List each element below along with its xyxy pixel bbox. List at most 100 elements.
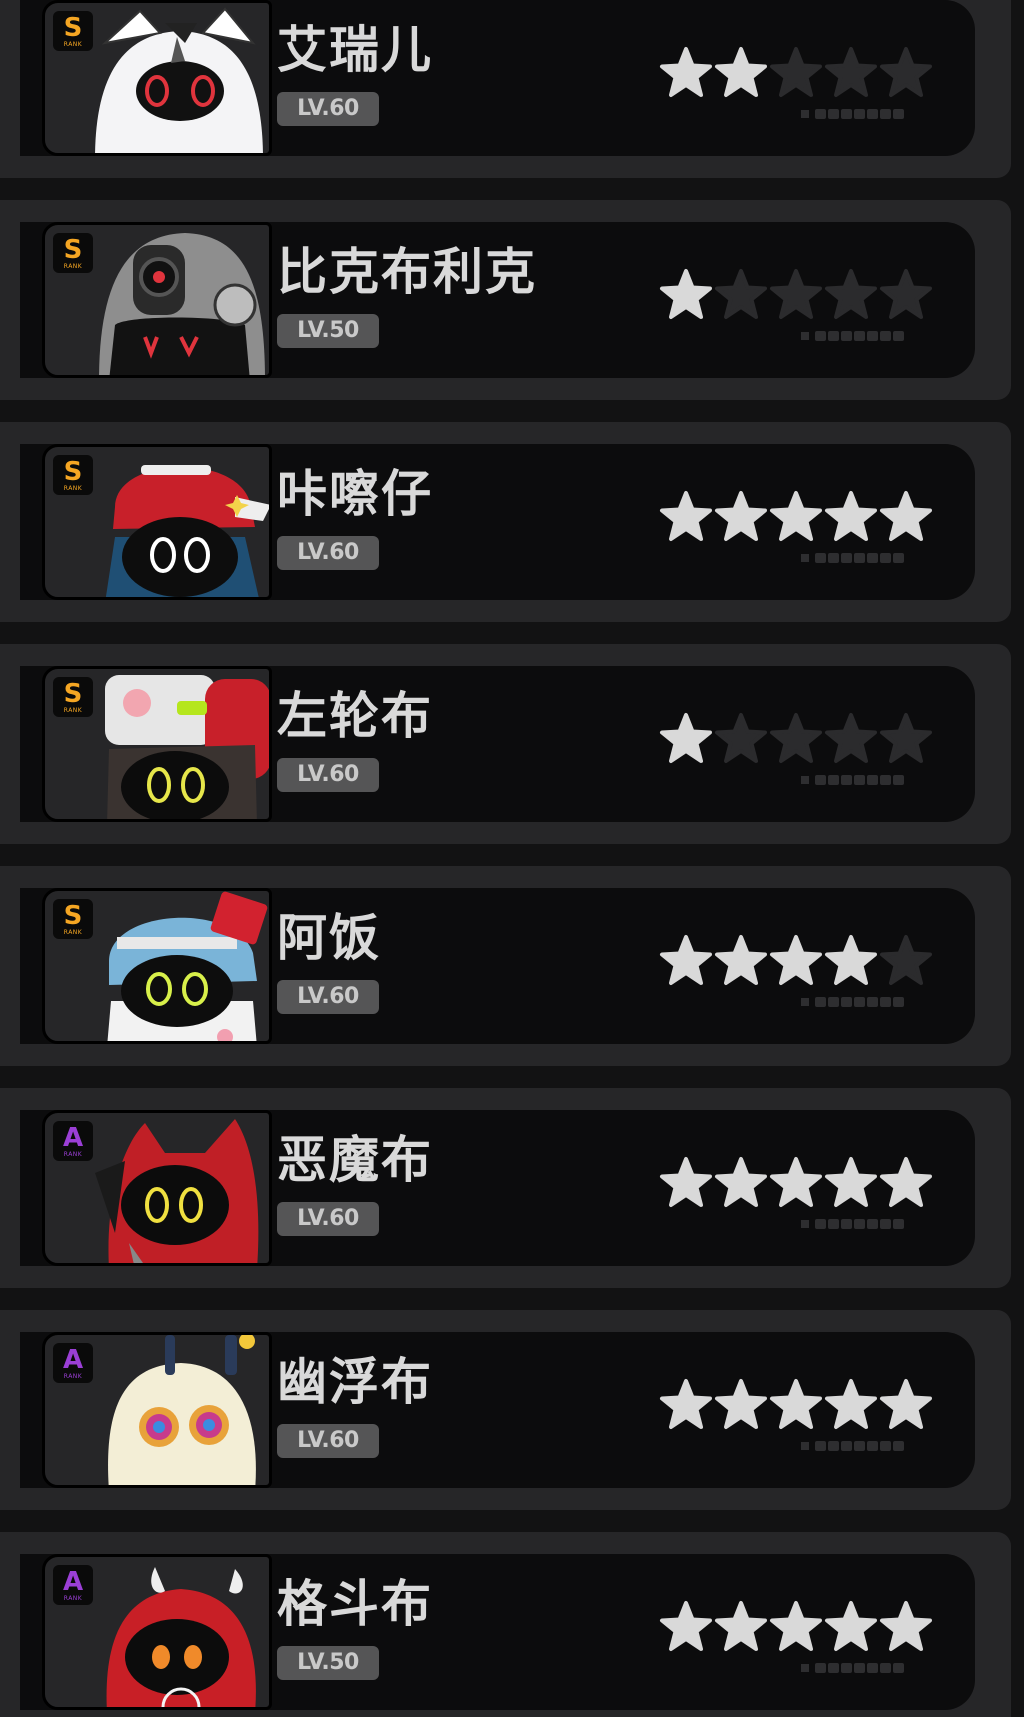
star-empty-icon bbox=[713, 712, 769, 768]
unit-portrait: A RANK bbox=[42, 1110, 272, 1266]
unit-card[interactable]: S RANK 艾瑞儿 LV.60 bbox=[20, 0, 975, 156]
unit-card[interactable]: A RANK 格斗布 LV.50 bbox=[20, 1554, 975, 1710]
unit-portrait: A RANK bbox=[42, 1332, 272, 1488]
star-filled-icon bbox=[713, 1378, 769, 1434]
rank-badge: S RANK bbox=[53, 899, 93, 939]
star-empty-icon bbox=[823, 268, 879, 324]
star-filled-icon bbox=[878, 490, 934, 546]
unit-card[interactable]: S RANK 比克布利克 LV.50 bbox=[20, 222, 975, 378]
elaine-avatar bbox=[95, 7, 263, 153]
star-filled-icon bbox=[768, 490, 824, 546]
unit-level: LV.60 bbox=[277, 92, 379, 126]
rank-letter: S bbox=[63, 12, 83, 43]
portrait-divider bbox=[271, 1335, 272, 1485]
unit-row[interactable]: S RANK 左轮布 LV.60 bbox=[0, 644, 1011, 844]
unit-card[interactable]: S RANK 阿饭 LV.60 bbox=[20, 888, 975, 1044]
star-empty-icon bbox=[768, 712, 824, 768]
star-rating bbox=[658, 1156, 938, 1212]
rank-badge: A RANK bbox=[53, 1565, 93, 1605]
decorative-caption-icon bbox=[801, 553, 904, 563]
fighter-avatar bbox=[106, 1567, 256, 1707]
star-filled-icon bbox=[658, 1156, 714, 1212]
portrait-divider bbox=[271, 891, 272, 1041]
unit-name: 幽浮布 bbox=[277, 1353, 433, 1411]
unit-row[interactable]: S RANK 比克布利克 LV.50 bbox=[0, 200, 1011, 400]
kachazai-avatar bbox=[105, 465, 269, 597]
decorative-caption-icon bbox=[801, 1219, 904, 1229]
decorative-caption-icon bbox=[801, 109, 904, 119]
rank-letter: A bbox=[62, 1566, 84, 1597]
rank-caption: RANK bbox=[63, 1372, 83, 1380]
ufo-avatar bbox=[108, 1335, 256, 1485]
star-filled-icon bbox=[768, 1378, 824, 1434]
revolver-avatar bbox=[105, 675, 269, 819]
star-empty-icon bbox=[823, 46, 879, 102]
unit-portrait: S RANK bbox=[42, 222, 272, 378]
rank-badge: S RANK bbox=[53, 455, 93, 495]
unit-level: LV.60 bbox=[277, 980, 379, 1014]
rank-badge: S RANK bbox=[53, 11, 93, 51]
unit-row[interactable]: A RANK 格斗布 LV.50 bbox=[0, 1532, 1011, 1717]
rank-letter: A bbox=[62, 1122, 84, 1153]
star-filled-icon bbox=[713, 934, 769, 990]
unit-card[interactable]: S RANK 咔嚓仔 LV.60 bbox=[20, 444, 975, 600]
decorative-caption-icon bbox=[801, 331, 904, 341]
unit-name: 艾瑞儿 bbox=[277, 21, 433, 79]
star-rating bbox=[658, 1378, 938, 1434]
bangboo-list: S RANK 艾瑞儿 LV.60 S RANK 比克布利克 LV.50 S RA… bbox=[0, 0, 1024, 1717]
unit-row[interactable]: A RANK 幽浮布 LV.60 bbox=[0, 1310, 1011, 1510]
unit-row[interactable]: A RANK 恶魔布 LV.60 bbox=[0, 1088, 1011, 1288]
unit-row[interactable]: S RANK 咔嚓仔 LV.60 bbox=[0, 422, 1011, 622]
unit-level: LV.60 bbox=[277, 1424, 379, 1458]
unit-row[interactable]: S RANK 艾瑞儿 LV.60 bbox=[0, 0, 1011, 178]
unit-name: 恶魔布 bbox=[277, 1131, 433, 1189]
rank-caption: RANK bbox=[63, 484, 83, 492]
unit-portrait: S RANK bbox=[42, 0, 272, 156]
unit-name: 阿饭 bbox=[277, 909, 381, 967]
star-rating bbox=[658, 712, 938, 768]
star-filled-icon bbox=[768, 1600, 824, 1656]
rank-badge: A RANK bbox=[53, 1121, 93, 1161]
rank-caption: RANK bbox=[63, 1594, 83, 1602]
star-filled-icon bbox=[658, 46, 714, 102]
unit-card[interactable]: A RANK 恶魔布 LV.60 bbox=[20, 1110, 975, 1266]
star-rating bbox=[658, 490, 938, 546]
rank-letter: S bbox=[63, 900, 83, 931]
star-empty-icon bbox=[878, 934, 934, 990]
star-filled-icon bbox=[658, 712, 714, 768]
portrait-divider bbox=[271, 447, 272, 597]
star-empty-icon bbox=[823, 712, 879, 768]
unit-card[interactable]: A RANK 幽浮布 LV.60 bbox=[20, 1332, 975, 1488]
unit-level: LV.60 bbox=[277, 536, 379, 570]
decorative-caption-icon bbox=[801, 1663, 904, 1673]
devil-avatar bbox=[95, 1119, 259, 1263]
portrait-divider bbox=[271, 225, 272, 375]
star-filled-icon bbox=[768, 934, 824, 990]
star-empty-icon bbox=[878, 712, 934, 768]
rank-letter: S bbox=[63, 234, 83, 265]
star-empty-icon bbox=[768, 46, 824, 102]
rank-letter: A bbox=[62, 1344, 84, 1375]
portrait-divider bbox=[271, 3, 272, 153]
rank-badge: S RANK bbox=[53, 233, 93, 273]
star-filled-icon bbox=[658, 1600, 714, 1656]
star-filled-icon bbox=[823, 1156, 879, 1212]
star-rating bbox=[658, 934, 938, 990]
decorative-caption-icon bbox=[801, 997, 904, 1007]
unit-level: LV.60 bbox=[277, 1202, 379, 1236]
unit-portrait: S RANK bbox=[42, 444, 272, 600]
unit-name: 比克布利克 bbox=[277, 243, 537, 301]
star-filled-icon bbox=[823, 1378, 879, 1434]
star-filled-icon bbox=[658, 1378, 714, 1434]
portrait-divider bbox=[271, 1113, 272, 1263]
portrait-divider bbox=[271, 669, 272, 819]
rank-badge: A RANK bbox=[53, 1343, 93, 1383]
star-filled-icon bbox=[878, 1600, 934, 1656]
bikebrick-avatar bbox=[99, 233, 265, 375]
unit-level: LV.60 bbox=[277, 758, 379, 792]
unit-row[interactable]: S RANK 阿饭 LV.60 bbox=[0, 866, 1011, 1066]
unit-card[interactable]: S RANK 左轮布 LV.60 bbox=[20, 666, 975, 822]
star-filled-icon bbox=[658, 490, 714, 546]
star-empty-icon bbox=[878, 46, 934, 102]
star-rating bbox=[658, 1600, 938, 1656]
